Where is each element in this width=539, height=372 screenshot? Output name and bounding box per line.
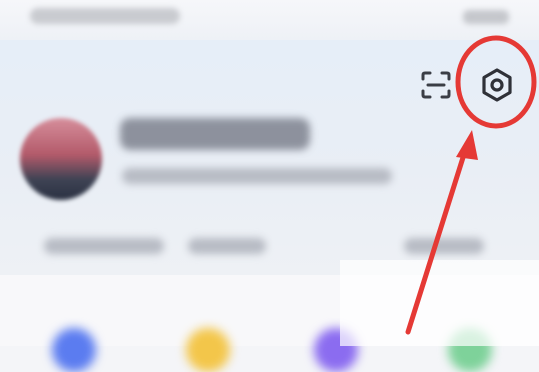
screen xyxy=(0,0,539,372)
settings-hex-gear-icon xyxy=(482,68,512,102)
status-right-blur xyxy=(463,10,509,24)
shortcut-icon-blue[interactable] xyxy=(52,328,96,372)
profile-meta-blur xyxy=(122,168,392,184)
shortcut-icon-yellow[interactable] xyxy=(186,328,230,372)
settings-button[interactable] xyxy=(478,66,516,104)
profile-stat-2[interactable] xyxy=(188,238,266,254)
profile-stat-3[interactable] xyxy=(404,238,484,254)
profile-stat-1[interactable] xyxy=(44,238,164,254)
avatar[interactable] xyxy=(20,118,102,200)
scan-button[interactable] xyxy=(420,70,452,100)
profile-name-blur xyxy=(120,118,310,150)
status-left-blur xyxy=(30,8,180,24)
white-overlay xyxy=(340,260,539,346)
scan-icon xyxy=(421,71,451,99)
status-bar xyxy=(0,0,539,40)
